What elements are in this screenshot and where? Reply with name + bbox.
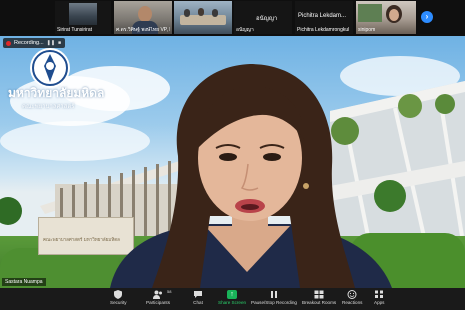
- participants-button[interactable]: 58 Participants: [146, 289, 172, 305]
- participant-tile[interactable]: Pichitra Lekdam... Pichitra Lekdamrongku…: [295, 1, 353, 34]
- participant-center-label: อนัญญา: [256, 15, 278, 22]
- chat-icon: [194, 291, 202, 298]
- chat-button[interactable]: Chat: [193, 290, 203, 305]
- shield-icon: [114, 290, 123, 299]
- participant-tile[interactable]: sinipom: [356, 1, 416, 34]
- share-screen-button[interactable]: ↑ Share Screen: [218, 290, 246, 305]
- reactions-label: Reactions: [342, 300, 363, 305]
- participant-count: 58: [167, 289, 172, 294]
- presenter-video: [110, 64, 392, 288]
- pause-stop-recording-button[interactable]: Pause/Stop Recording: [251, 290, 297, 305]
- stop-icon[interactable]: ■: [58, 40, 61, 46]
- participant-tile[interactable]: [174, 1, 232, 34]
- security-label: Security: [110, 300, 127, 305]
- pause-icon[interactable]: ❚❚: [47, 40, 55, 46]
- breakout-rooms-button[interactable]: Breakout Rooms: [302, 290, 336, 305]
- participant-strip: Sirirat Tunsirirat ศ.ดร.วิศิษฐ์ พงษ์ไทย …: [0, 0, 465, 36]
- meeting-toolbar: Security 58 Participants Chat ↑ Share Sc…: [0, 288, 465, 310]
- breakout-rooms-icon: [314, 290, 324, 299]
- breakout-rooms-label: Breakout Rooms: [302, 300, 337, 305]
- participant-name: Pichitra Lekdamrongkul: [297, 27, 350, 33]
- share-screen-label: Share Screen: [218, 300, 247, 305]
- recording-label: Recording...: [14, 40, 44, 46]
- participant-name: ศ.ดร.วิศิษฐ์ พงษ์ไทย VP, Hum...: [116, 27, 170, 33]
- participant-name: sinipom: [358, 27, 376, 33]
- apps-icon: [375, 290, 384, 298]
- apps-label: Apps: [374, 300, 385, 305]
- participant-name: อนัญญา: [236, 27, 254, 33]
- participant-tile[interactable]: อนัญญา อนัญญา: [234, 1, 292, 34]
- pause-stop-recording-label: Pause/Stop Recording: [251, 300, 297, 305]
- participant-center-label: Pichitra Lekdam...: [298, 13, 347, 19]
- pause-recording-icon: [270, 291, 277, 298]
- security-button[interactable]: Security: [110, 290, 127, 305]
- participant-tile[interactable]: Sirirat Tunsirirat: [55, 1, 111, 34]
- participants-label: Participants: [146, 300, 171, 305]
- reactions-button[interactable]: Reactions: [342, 290, 362, 305]
- share-screen-icon: ↑: [227, 290, 238, 299]
- record-dot-icon: [6, 40, 11, 46]
- main-video: คณะพยาบาลศาสตร์ มหาวิทยาลัยมหิดล มหาวิทย…: [0, 36, 465, 288]
- participant-name: Sirirat Tunsirirat: [57, 27, 93, 33]
- participant-tile[interactable]: ศ.ดร.วิศิษฐ์ พงษ์ไทย VP, Hum...: [114, 1, 172, 34]
- reactions-icon: [347, 290, 357, 299]
- apps-button[interactable]: Apps: [374, 290, 384, 305]
- chat-label: Chat: [193, 300, 203, 305]
- speaker-name: Sastara Nuampa: [2, 278, 46, 286]
- recording-indicator: Recording... ❚❚ ■: [3, 38, 66, 48]
- participants-icon: [153, 290, 162, 299]
- chevron-right-icon[interactable]: ›: [421, 11, 433, 23]
